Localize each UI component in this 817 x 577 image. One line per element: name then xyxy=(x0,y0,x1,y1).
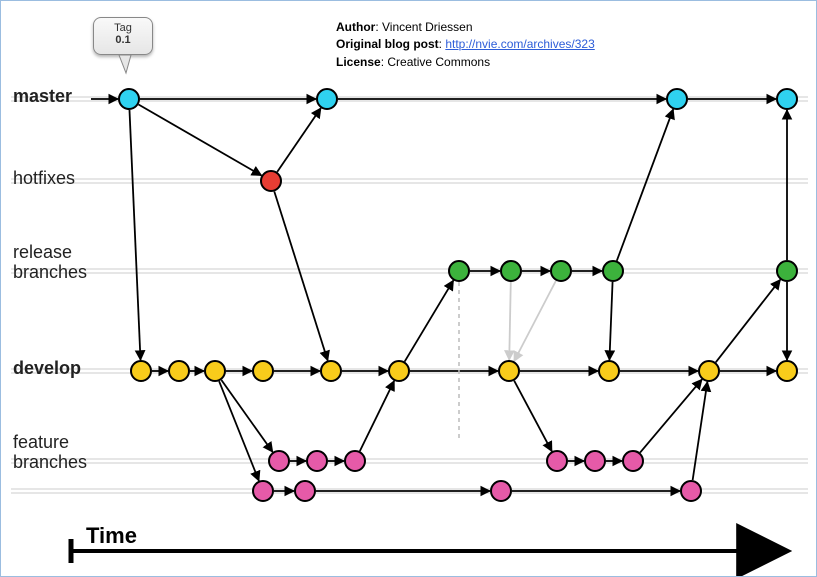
edge xyxy=(360,381,394,451)
diagram-frame: { "meta": { "author_label": "Author", "a… xyxy=(0,0,817,577)
commit-node xyxy=(295,481,315,501)
commit-node xyxy=(547,451,567,471)
commit-node xyxy=(777,361,797,381)
lane-label-release: releasebranches xyxy=(13,243,87,283)
edge xyxy=(509,282,511,360)
commit-node xyxy=(389,361,409,381)
commit-node xyxy=(551,261,571,281)
commit-node xyxy=(261,171,281,191)
commit-node xyxy=(449,261,469,281)
edge xyxy=(609,282,612,360)
edge xyxy=(617,109,673,260)
diagram-svg xyxy=(1,1,817,577)
edge xyxy=(139,105,262,176)
commit-node xyxy=(491,481,511,501)
edge xyxy=(219,381,259,481)
commit-node xyxy=(623,451,643,471)
commit-node xyxy=(501,261,521,281)
commit-node xyxy=(777,261,797,281)
commit-node xyxy=(681,481,701,501)
commit-node xyxy=(131,361,151,381)
commit-node xyxy=(321,361,341,381)
commit-node xyxy=(345,451,365,471)
commit-node xyxy=(169,361,189,381)
edge xyxy=(693,382,708,480)
commit-node xyxy=(205,361,225,381)
commit-node xyxy=(269,451,289,471)
edge xyxy=(640,379,702,452)
commit-node xyxy=(599,361,619,381)
commit-node xyxy=(777,89,797,109)
lane-label-feature: featurebranches xyxy=(13,433,87,473)
edge xyxy=(129,110,140,360)
commit-node xyxy=(119,89,139,109)
edge xyxy=(277,108,321,172)
edge xyxy=(405,280,454,361)
commit-node xyxy=(603,261,623,281)
edge xyxy=(514,381,552,452)
commit-node xyxy=(307,451,327,471)
lane-label-hotfixes: hotfixes xyxy=(13,169,75,189)
lane-label-master: master xyxy=(13,87,72,107)
edge xyxy=(221,380,272,452)
commit-node xyxy=(667,89,687,109)
commit-node xyxy=(699,361,719,381)
edge xyxy=(274,191,327,360)
commit-node xyxy=(585,451,605,471)
edge xyxy=(716,280,780,363)
edge xyxy=(514,281,556,361)
lane-label-develop: develop xyxy=(13,359,81,379)
commit-node xyxy=(253,481,273,501)
commit-node xyxy=(253,361,273,381)
commit-node xyxy=(317,89,337,109)
commit-node xyxy=(499,361,519,381)
